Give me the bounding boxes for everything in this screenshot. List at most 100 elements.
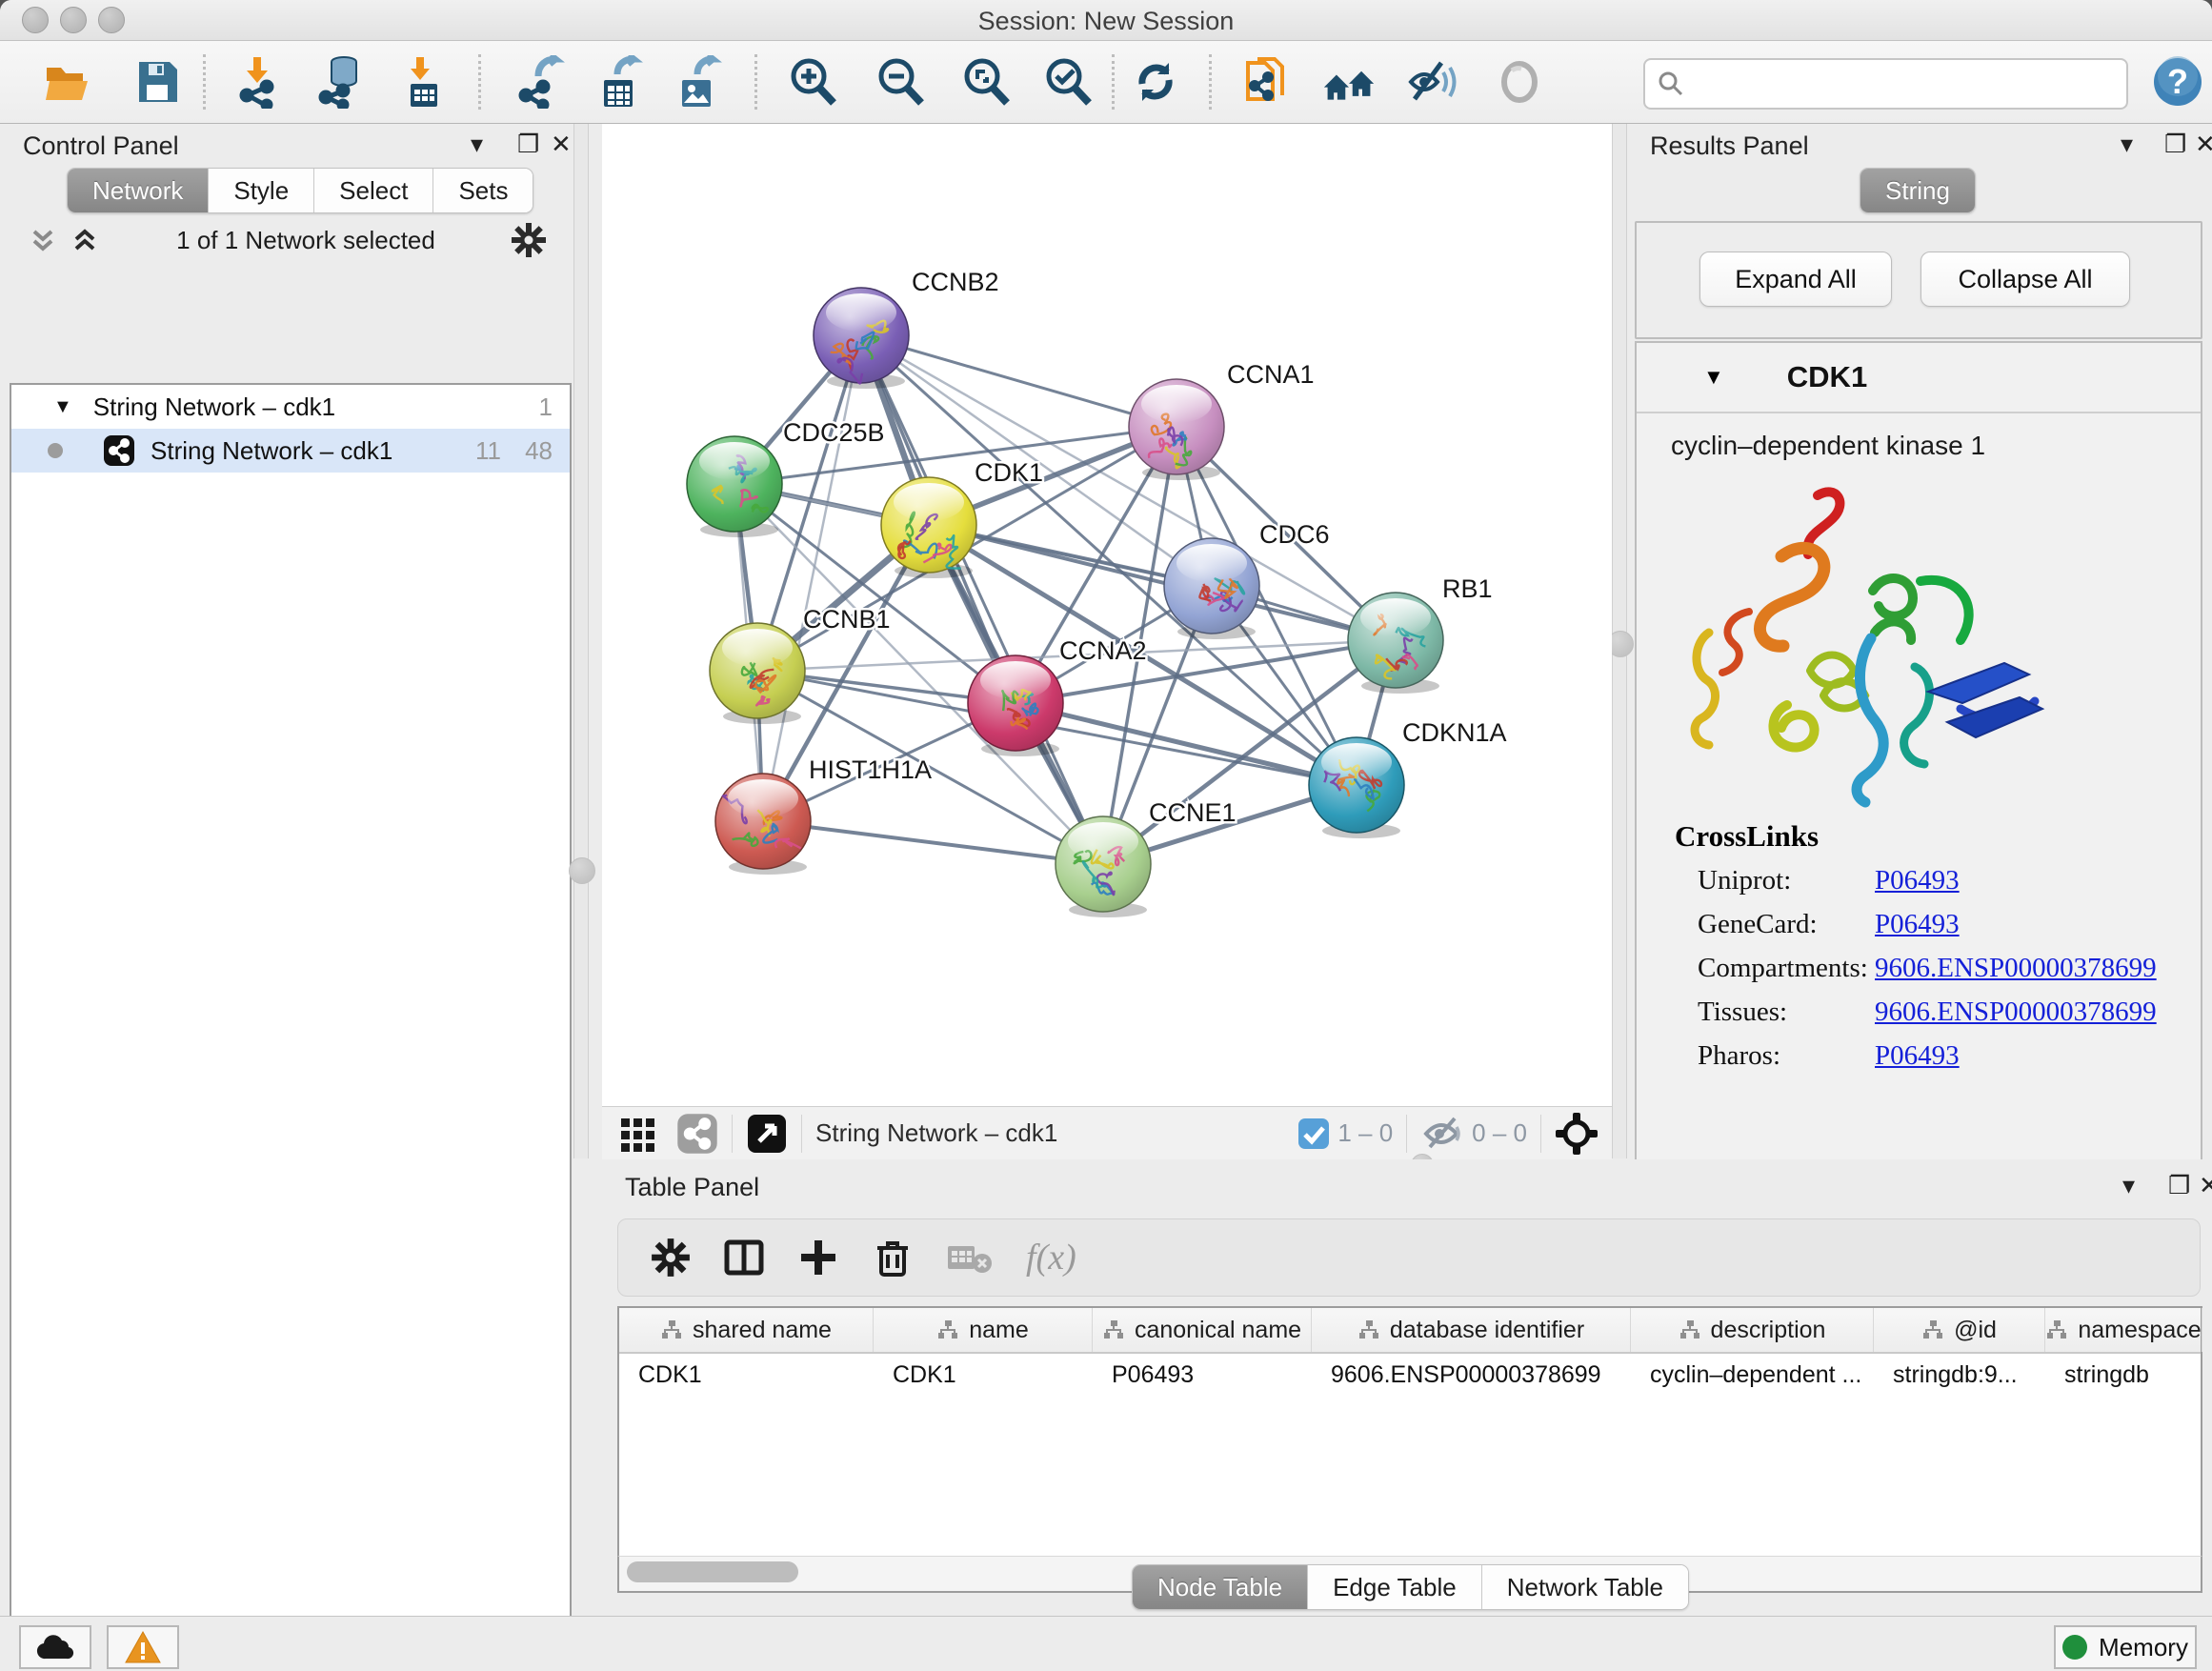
left-splitter-handle[interactable] — [569, 857, 595, 884]
network-type-icon[interactable] — [676, 1113, 718, 1155]
clone-network-icon[interactable] — [1240, 54, 1294, 110]
table-panel-tabs: Node Table Edge Table Network Table — [1132, 1564, 1689, 1610]
refresh-layout-icon[interactable] — [1129, 54, 1182, 110]
table-cell[interactable]: 9606.ENSP00000378699 — [1312, 1354, 1631, 1396]
hide-panel-icon[interactable] — [1405, 54, 1458, 110]
results-panel-title: Results Panel — [1650, 131, 1809, 161]
graph-node-ccna2 — [968, 655, 1063, 751]
left-splitter[interactable] — [573, 124, 589, 1158]
tab-sets[interactable]: Sets — [432, 169, 533, 212]
zoom-fit-icon[interactable] — [959, 54, 1013, 110]
show-columns-icon[interactable] — [723, 1237, 765, 1278]
fit-selected-crosshair-icon[interactable] — [1555, 1112, 1599, 1156]
table-panel-close-icon[interactable]: ✕ — [2199, 1171, 2212, 1200]
open-session-icon[interactable] — [41, 54, 94, 110]
svg-text:CDK1: CDK1 — [975, 458, 1043, 487]
control-panel: Control Panel ▾ ❐ ✕ Network Style Select… — [0, 124, 572, 1616]
scrollbar-thumb[interactable] — [627, 1561, 798, 1582]
memory-button[interactable]: Memory — [2054, 1625, 2197, 1669]
network-row[interactable]: String Network – cdk1 11 48 — [11, 429, 570, 473]
save-session-icon[interactable] — [131, 54, 184, 110]
crosslink-label: Tissues: — [1698, 997, 1875, 1028]
tab-select[interactable]: Select — [313, 169, 432, 212]
table-options-gear-icon[interactable] — [651, 1238, 691, 1278]
results-panel-close-icon[interactable]: ✕ — [2195, 130, 2212, 159]
collapse-all-button[interactable]: Collapse All — [1920, 252, 2130, 307]
control-panel-float-icon[interactable]: ❐ — [517, 130, 539, 159]
birdseye-grid-icon[interactable] — [617, 1113, 659, 1155]
column-header[interactable]: @id — [1874, 1308, 2045, 1352]
tab-style[interactable]: Style — [208, 169, 313, 212]
zoom-out-icon[interactable] — [874, 54, 927, 110]
crosslink-link[interactable]: 9606.ENSP00000378699 — [1875, 997, 2157, 1028]
help-icon[interactable]: ? — [2151, 54, 2204, 110]
network-canvas[interactable]: CCNB2CCNA1CDC25BCDK1CDC6RB1CCNB1CCNA2CDK… — [602, 124, 1612, 1106]
delete-column-trash-icon[interactable] — [872, 1237, 914, 1278]
inactive-eye-icon[interactable] — [1493, 54, 1546, 110]
network-collection-row[interactable]: ▼ String Network – cdk1 1 — [11, 385, 570, 429]
svg-text:CCNE1: CCNE1 — [1149, 798, 1237, 827]
expand-all-button[interactable]: Expand All — [1699, 252, 1892, 307]
column-header[interactable]: namespace — [2045, 1308, 2202, 1352]
search-input[interactable] — [1643, 58, 2128, 110]
import-network-database-icon[interactable] — [313, 54, 367, 110]
table-row[interactable]: CDK1CDK1P064939606.ENSP00000378699cyclin… — [619, 1354, 2201, 1396]
home-pages-icon[interactable] — [1322, 54, 1376, 110]
table-panel-float-icon[interactable]: ❐ — [2168, 1171, 2190, 1200]
table-cell[interactable]: CDK1 — [874, 1354, 1093, 1396]
export-image-icon[interactable] — [671, 54, 724, 110]
crosslink-link[interactable]: P06493 — [1875, 1040, 1960, 1072]
table-cell[interactable]: stringdb — [2045, 1354, 2202, 1396]
results-panel-menu-icon[interactable]: ▾ — [2121, 130, 2133, 159]
zoom-in-icon[interactable] — [786, 54, 839, 110]
warning-status-button[interactable] — [107, 1625, 179, 1669]
tab-string[interactable]: String — [1860, 169, 1975, 212]
control-panel-close-icon[interactable]: ✕ — [551, 130, 572, 159]
cloud-status-button[interactable] — [19, 1625, 91, 1669]
control-panel-menu-icon[interactable]: ▾ — [471, 130, 483, 159]
table-cell[interactable]: cyclin–dependent ... — [1631, 1354, 1874, 1396]
export-network-icon[interactable] — [513, 54, 567, 110]
toolbar-separator — [478, 54, 481, 110]
memory-ok-dot-icon — [2062, 1635, 2087, 1660]
column-header[interactable]: database identifier — [1312, 1308, 1631, 1352]
results-panel-float-icon[interactable]: ❐ — [2164, 130, 2186, 159]
table-panel-menu-icon[interactable]: ▾ — [2122, 1171, 2135, 1200]
column-header[interactable]: name — [874, 1308, 1093, 1352]
protein-structure-image — [1675, 469, 2056, 812]
toolbar-separator — [1209, 54, 1212, 110]
import-network-file-icon[interactable] — [232, 54, 286, 110]
crosslink-link[interactable]: P06493 — [1875, 909, 1960, 940]
crosslink-link[interactable]: P06493 — [1875, 865, 1960, 896]
zoom-selected-icon[interactable] — [1041, 54, 1095, 110]
column-header[interactable]: canonical name — [1093, 1308, 1312, 1352]
table-cell[interactable]: P06493 — [1093, 1354, 1312, 1396]
tab-edge-table[interactable]: Edge Table — [1307, 1565, 1481, 1609]
table-cell[interactable]: stringdb:9... — [1874, 1354, 2045, 1396]
expand-all-tree-icon[interactable] — [69, 226, 101, 254]
open-view-icon[interactable] — [746, 1113, 788, 1155]
import-table-icon[interactable] — [397, 54, 451, 110]
results-panel-tabs: String — [1860, 168, 1976, 213]
collection-expander-icon[interactable]: ▼ — [53, 396, 72, 418]
table-cell[interactable]: CDK1 — [619, 1354, 874, 1396]
control-panel-title: Control Panel — [23, 131, 179, 161]
crosslink-link[interactable]: 9606.ENSP00000378699 — [1875, 953, 2157, 984]
column-header[interactable]: description — [1631, 1308, 1874, 1352]
crosslinks-title: CrossLinks — [1675, 819, 1819, 854]
node-card-expander-icon[interactable]: ▼ — [1703, 365, 1724, 390]
node-card-header[interactable]: ▼ CDK1 — [1637, 343, 2201, 413]
collapse-all-tree-icon[interactable] — [27, 226, 59, 254]
network-options-gear-icon[interactable] — [511, 222, 547, 258]
export-table-icon[interactable] — [593, 54, 646, 110]
tab-node-table[interactable]: Node Table — [1133, 1565, 1307, 1609]
node-table-header: shared namenamecanonical namedatabase id… — [619, 1308, 2201, 1354]
network-graph[interactable]: CCNB2CCNA1CDC25BCDK1CDC6RB1CCNB1CCNA2CDK… — [602, 124, 1612, 1106]
network-edge-count: 48 — [525, 436, 553, 466]
column-hierarchy-icon — [1679, 1319, 1701, 1340]
selected-checkbox-icon[interactable] — [1297, 1117, 1330, 1150]
tab-network-table[interactable]: Network Table — [1481, 1565, 1688, 1609]
column-header[interactable]: shared name — [619, 1308, 874, 1352]
tab-network[interactable]: Network — [68, 169, 208, 212]
add-column-icon[interactable] — [797, 1237, 839, 1278]
